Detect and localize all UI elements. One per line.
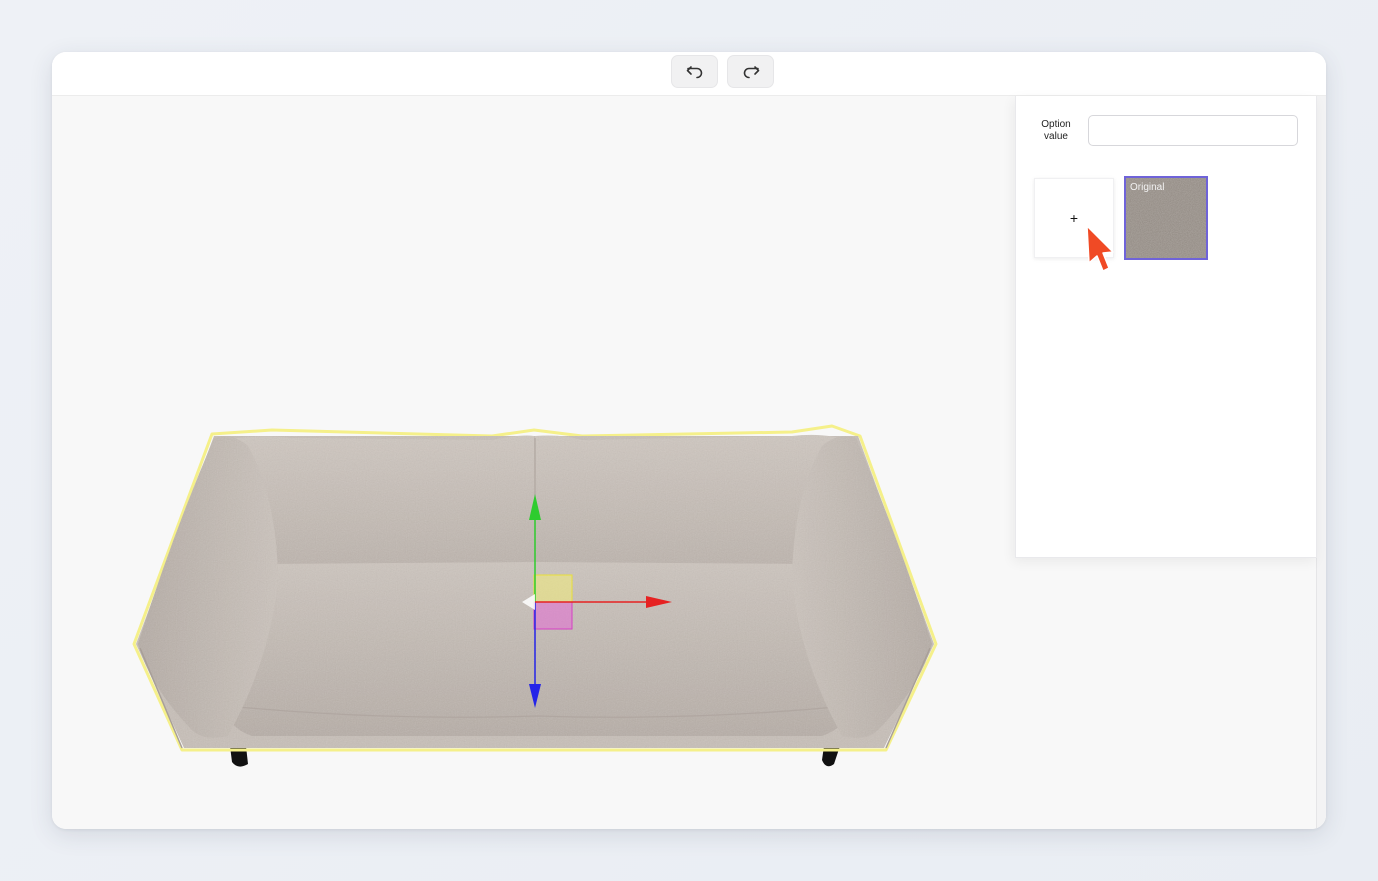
redo-button[interactable] bbox=[727, 55, 774, 88]
undo-icon bbox=[686, 65, 702, 78]
editor-window: Option value + Original bbox=[52, 52, 1326, 829]
gizmo-plane-xz[interactable] bbox=[533, 601, 573, 630]
redo-icon bbox=[743, 65, 759, 78]
swatch-label: Original bbox=[1130, 182, 1165, 193]
swatch-original[interactable]: Original bbox=[1124, 176, 1208, 260]
option-value-input[interactable] bbox=[1088, 115, 1298, 146]
option-value-label: Option value bbox=[1041, 119, 1071, 142]
top-toolbar bbox=[52, 52, 1326, 96]
option-value-panel: Option value + Original bbox=[1015, 96, 1317, 558]
plus-icon: + bbox=[1069, 210, 1079, 226]
undo-button[interactable] bbox=[671, 55, 718, 88]
mouse-pointer-icon bbox=[1086, 225, 1114, 272]
sidebar-edge bbox=[1316, 96, 1326, 829]
gizmo-plane-xy[interactable] bbox=[533, 574, 573, 603]
